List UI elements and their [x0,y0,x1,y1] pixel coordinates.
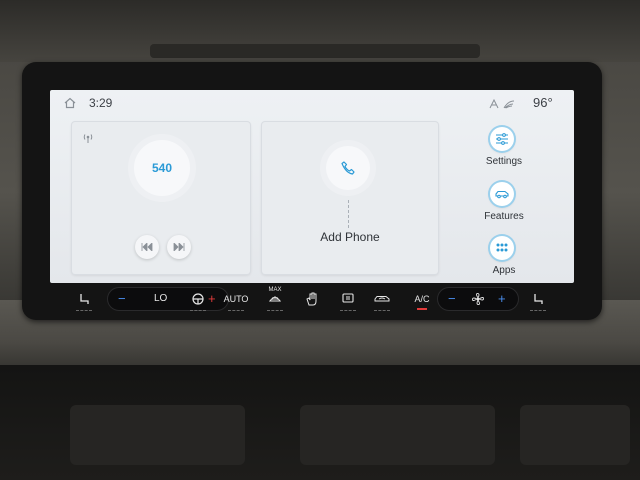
features-button[interactable]: Features [464,182,544,232]
air-vent-right [520,405,630,465]
infotainment-screen: 3:29 96° 540 Add Phone Settings Features… [50,90,574,283]
apps-label: Apps [492,265,516,276]
phone-card[interactable]: Add Phone [262,122,438,274]
steering-wheel-icon [192,293,204,305]
seek-back-icon [141,243,153,251]
max-defrost-button[interactable]: MAX [262,287,288,311]
air-vent-center [300,405,495,465]
driver-temp-pill: − LO + [108,288,228,310]
status-bar: 3:29 96° [50,90,574,116]
seat-heat-icon [80,294,89,304]
clock: 3:29 [89,96,113,110]
phone-connector-line [348,200,349,228]
add-phone-label[interactable]: Add Phone [262,230,438,244]
ac-label: A/C [414,294,430,304]
dashboard-vent-slot [150,44,480,58]
steering-heat-button[interactable] [186,288,210,311]
passenger-seat-icon [534,294,543,304]
connectivity-icons [489,98,515,109]
ac-button[interactable]: A/C [408,288,436,310]
seek-back-button[interactable] [135,235,159,259]
fan-up-button[interactable]: + [498,291,506,306]
recirculation-button[interactable] [370,288,394,311]
fan-down-button[interactable]: − [448,291,456,306]
phone-icon [341,161,355,175]
car-icon [495,190,509,199]
driver-temp-value: LO [154,293,168,304]
features-label: Features [484,211,524,222]
outside-temperature: 96° [533,95,553,110]
radio-antenna-icon [83,134,93,143]
auto-climate-button[interactable]: AUTO [220,288,252,311]
apps-grid-icon [496,243,508,252]
rear-defrost-button[interactable] [336,288,360,311]
air-vent-left [70,405,245,465]
defrost-icon [268,296,282,302]
phone-button[interactable] [326,146,370,190]
auto-label: AUTO [223,294,249,304]
hand-icon [306,292,317,306]
apps-icon-circle [490,236,514,260]
seek-forward-icon [173,243,185,251]
climate-hand-button[interactable] [300,288,324,310]
home-icon[interactable] [64,97,76,109]
radio-card[interactable]: 540 [72,122,250,274]
rear-defrost-icon [342,293,354,303]
passenger-seat-heat-button[interactable] [526,288,550,311]
station-frequency: 540 [151,161,173,175]
station-dial[interactable]: 540 [134,140,190,196]
fan-icon [472,293,484,305]
apps-button[interactable]: Apps [464,236,544,283]
features-icon-circle [490,182,514,206]
seek-forward-button[interactable] [167,235,191,259]
settings-sliders-icon [496,133,508,145]
settings-button[interactable]: Settings [464,127,544,177]
recirculation-car-icon [374,296,390,302]
driver-seat-heat-button[interactable] [72,288,96,311]
fan-speed-pill: − + [438,288,518,310]
driver-temp-down-button[interactable]: − [118,291,126,306]
climate-control-bar: − LO + AUTO MAX A/C − + [58,287,568,316]
settings-label: Settings [485,156,523,167]
settings-icon-circle [490,127,514,151]
